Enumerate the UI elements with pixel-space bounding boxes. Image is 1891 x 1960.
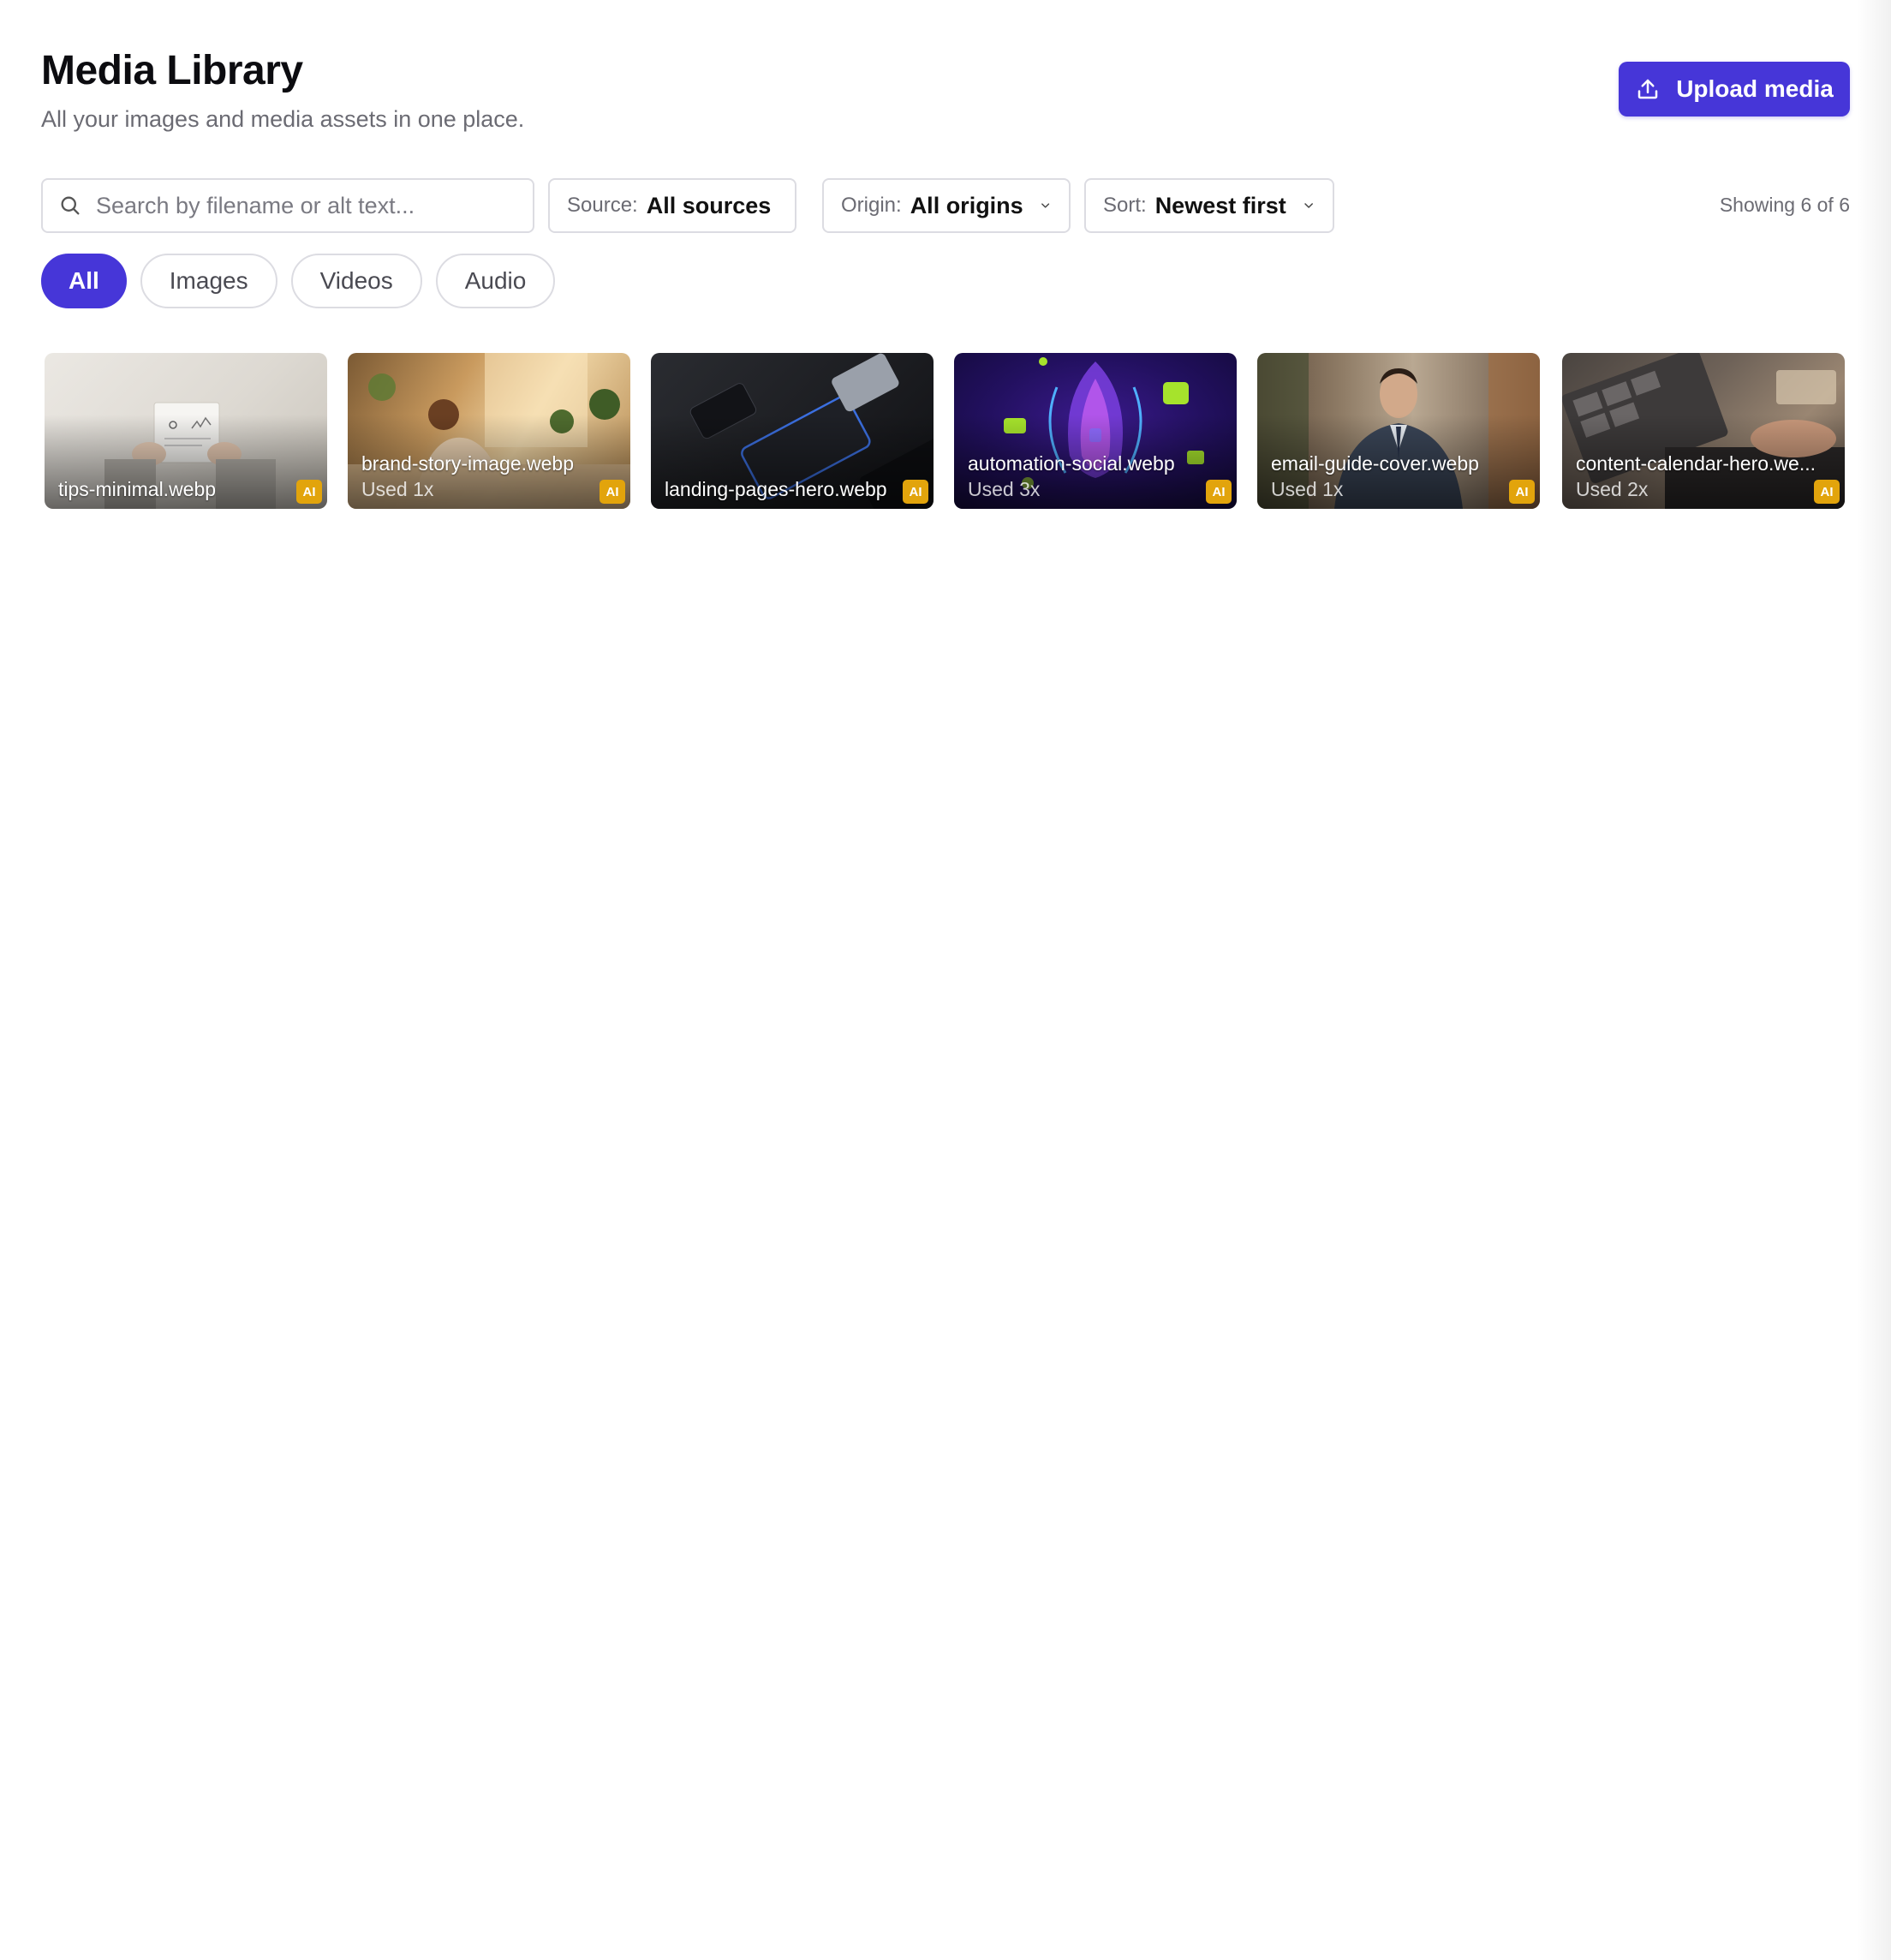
media-card[interactable]: automation-social.webp Used 3x AI	[954, 353, 1237, 509]
media-card[interactable]: brand-story-image.webp Used 1x AI	[348, 353, 630, 509]
upload-media-button[interactable]: Upload media	[1619, 62, 1850, 117]
ai-badge: AI	[1814, 480, 1840, 504]
search-icon	[61, 196, 80, 215]
chevron-down-icon	[1041, 203, 1049, 208]
media-filename: content-calendar-hero.we...	[1576, 452, 1816, 475]
source-filter-value: All sources	[646, 192, 772, 218]
media-usage-count: Used 3x	[968, 478, 1041, 500]
media-filename: landing-pages-hero.webp	[665, 478, 887, 500]
ai-badge: AI	[1509, 480, 1535, 504]
upload-media-label: Upload media	[1676, 75, 1834, 102]
origin-filter-dropdown[interactable]: Origin: All origins	[822, 178, 1071, 233]
tab-videos[interactable]: Videos	[290, 254, 422, 308]
media-type-tabs: All Images Videos Audio	[41, 254, 556, 308]
media-card[interactable]: email-guide-cover.webp Used 1x AI	[1257, 353, 1540, 509]
media-library-page: Media Library All your images and media …	[0, 0, 1891, 1960]
media-filename: email-guide-cover.webp	[1271, 452, 1479, 475]
ai-badge: AI	[296, 480, 322, 504]
media-usage-count: Used 1x	[361, 478, 434, 500]
upload-icon	[1637, 79, 1658, 99]
ai-badge: AI	[600, 480, 625, 504]
scroll-edge-shadow	[1857, 0, 1891, 1960]
tab-audio[interactable]: Audio	[435, 254, 556, 308]
page-subtitle: All your images and media assets in one …	[41, 106, 525, 132]
media-usage-count: Used 2x	[1576, 478, 1649, 500]
ai-badge: AI	[903, 480, 928, 504]
origin-filter-label: Origin:	[841, 194, 902, 217]
chevron-down-icon	[1304, 203, 1313, 208]
media-filename: tips-minimal.webp	[58, 478, 217, 500]
search-field[interactable]	[41, 178, 534, 233]
media-card[interactable]: landing-pages-hero.webp AI	[651, 353, 934, 509]
source-filter-dropdown[interactable]: Source: All sources	[548, 178, 796, 233]
sort-value: Newest first	[1154, 192, 1286, 218]
media-card[interactable]: content-calendar-hero.we... Used 2x AI	[1562, 353, 1845, 509]
media-card[interactable]: tips-minimal.webp AI	[45, 353, 327, 509]
page-title: Media Library	[41, 48, 303, 93]
media-filename: brand-story-image.webp	[361, 452, 575, 475]
media-grid: tips-minimal.webp AI brand-story-image.w…	[45, 353, 1846, 509]
result-count: Showing 6 of 6	[1719, 194, 1850, 216]
tab-images[interactable]: Images	[140, 254, 277, 308]
page-header: Media Library All your images and media …	[41, 46, 1850, 140]
sort-label: Sort:	[1103, 194, 1147, 217]
tab-all[interactable]: All	[41, 254, 127, 308]
search-input[interactable]	[96, 192, 507, 219]
media-usage-count: Used 1x	[1271, 478, 1344, 500]
sort-dropdown[interactable]: Sort: Newest first	[1084, 178, 1334, 233]
source-filter-label: Source:	[567, 194, 638, 217]
origin-filter-value: All origins	[910, 192, 1023, 218]
toolbar: Source: All sources Origin: All origins …	[41, 178, 1850, 233]
ai-badge: AI	[1206, 480, 1232, 504]
media-filename: automation-social.webp	[968, 452, 1175, 475]
